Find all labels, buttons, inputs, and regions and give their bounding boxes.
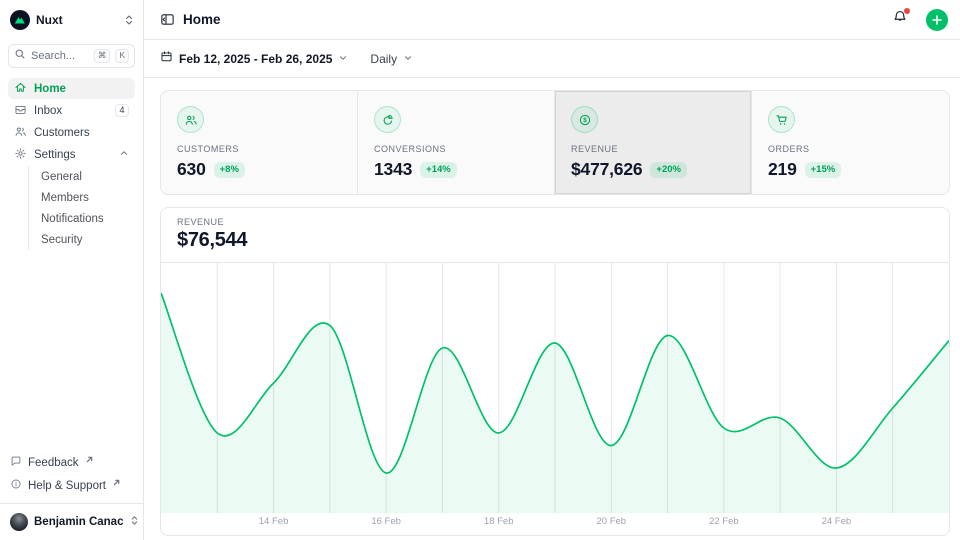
stat-card-orders[interactable]: ORDERS 219 +15% <box>752 91 949 194</box>
settings-subnav: General Members Notifications Security <box>28 166 135 250</box>
sidebar-item-label: Settings <box>34 149 112 161</box>
search-icon <box>14 47 26 65</box>
unfold-more-icon[interactable] <box>123 14 135 26</box>
chart-metric-value: $76,544 <box>177 229 933 252</box>
user-name: Benjamin Canac <box>34 516 123 528</box>
content: CUSTOMERS 630 +8% CONVERSIONS 1343 +14% <box>144 78 960 536</box>
sidebar-item-settings[interactable]: Settings <box>8 144 135 165</box>
chat-bubble-icon <box>10 455 22 470</box>
chevron-down-icon <box>403 50 413 68</box>
calendar-icon <box>160 50 173 68</box>
chart-header: REVENUE $76,544 <box>161 208 949 263</box>
chart-metric-label: REVENUE <box>177 217 933 227</box>
collapse-sidebar-icon[interactable] <box>160 12 175 27</box>
sidebar-item-inbox[interactable]: Inbox 4 <box>8 100 135 121</box>
x-tick-label: 22 Feb <box>709 516 739 527</box>
dollar-circle-icon: $ <box>571 106 598 133</box>
sidebar-item-customers[interactable]: Customers <box>8 122 135 143</box>
stat-value: $477,626 <box>571 159 642 180</box>
stat-card-conversions[interactable]: CONVERSIONS 1343 +14% <box>358 91 555 194</box>
chart-plot[interactable] <box>161 263 949 513</box>
x-tick-label: 16 Feb <box>371 516 401 527</box>
stat-card-revenue[interactable]: $ REVENUE $477,626 +20% <box>555 91 752 194</box>
search-input-wrap[interactable]: ⌘ K <box>8 44 135 68</box>
kbd-k: K <box>115 49 129 62</box>
sidebar-subitem-general[interactable]: General <box>29 166 135 187</box>
help-support-label: Help & Support <box>28 480 106 492</box>
search-input[interactable] <box>31 50 89 62</box>
stat-value: 1343 <box>374 159 412 180</box>
x-tick-label: 18 Feb <box>484 516 514 527</box>
chart-x-axis: 14 Feb 16 Feb 18 Feb 20 Feb 22 Feb 24 Fe… <box>161 513 949 535</box>
info-circle-icon <box>10 478 22 493</box>
page-header: Home <box>144 0 960 40</box>
stat-change-badge: +8% <box>214 162 245 178</box>
external-link-icon <box>113 477 120 489</box>
main-area: Home Feb 12, 2025 - Feb 26, 2025 Daily <box>144 0 960 540</box>
stat-label: ORDERS <box>768 144 933 154</box>
stat-change-badge: +15% <box>805 162 842 178</box>
filters-toolbar: Feb 12, 2025 - Feb 26, 2025 Daily <box>144 40 960 78</box>
workspace-name: Nuxt <box>36 13 117 27</box>
sidebar-subitem-members[interactable]: Members <box>29 187 135 208</box>
x-tick-label: 14 Feb <box>259 516 289 527</box>
home-icon <box>14 81 27 97</box>
date-range-picker[interactable]: Feb 12, 2025 - Feb 26, 2025 <box>160 50 348 68</box>
inbox-count-badge: 4 <box>115 104 129 118</box>
chevron-up-icon <box>119 148 129 161</box>
sidebar-item-home[interactable]: Home <box>8 78 135 99</box>
stat-change-badge: +14% <box>420 162 457 178</box>
stat-value: 219 <box>768 159 797 180</box>
x-tick-label: 20 Feb <box>596 516 626 527</box>
user-menu[interactable]: Benjamin Canac <box>0 503 143 540</box>
sidebar-footer-links: Feedback Help & Support <box>0 447 143 503</box>
svg-text:$: $ <box>583 117 587 124</box>
notification-dot <box>904 8 910 14</box>
pie-chart-icon <box>374 106 401 133</box>
external-link-icon <box>86 454 93 466</box>
notifications-button[interactable] <box>892 9 908 30</box>
add-button[interactable] <box>926 9 948 31</box>
chevron-down-icon <box>338 50 348 68</box>
nuxt-logo-icon <box>10 10 30 30</box>
period-value: Daily <box>370 52 397 66</box>
sidebar-item-label: Customers <box>34 127 129 139</box>
stats-row: CUSTOMERS 630 +8% CONVERSIONS 1343 +14% <box>160 90 950 195</box>
sidebar: Nuxt ⌘ K Home Inbo <box>0 0 144 540</box>
workspace-switcher[interactable]: Nuxt <box>0 0 143 36</box>
x-tick-label: 24 Feb <box>822 516 852 527</box>
gear-icon <box>14 147 27 163</box>
stat-change-badge: +20% <box>650 162 687 178</box>
sidebar-nav: Home Inbox 4 Customers Settings <box>0 78 143 250</box>
sidebar-subitem-security[interactable]: Security <box>29 229 135 250</box>
users-icon <box>14 125 27 141</box>
sidebar-spacer <box>0 250 143 447</box>
period-select[interactable]: Daily <box>370 50 413 68</box>
page-title: Home <box>183 12 884 27</box>
stat-label: REVENUE <box>571 144 735 154</box>
stat-value: 630 <box>177 159 206 180</box>
unfold-more-icon <box>129 513 140 531</box>
sidebar-subitem-notifications[interactable]: Notifications <box>29 208 135 229</box>
dashboard-page: Nuxt ⌘ K Home Inbo <box>0 0 960 540</box>
sidebar-item-label: Inbox <box>34 105 108 117</box>
cart-icon <box>768 106 795 133</box>
help-support-link[interactable]: Help & Support <box>8 474 135 497</box>
users-icon <box>177 106 204 133</box>
revenue-area-chart[interactable] <box>161 263 949 513</box>
date-range-value: Feb 12, 2025 - Feb 26, 2025 <box>179 52 332 66</box>
kbd-meta: ⌘ <box>94 49 111 62</box>
feedback-label: Feedback <box>28 457 79 469</box>
stat-card-customers[interactable]: CUSTOMERS 630 +8% <box>161 91 358 194</box>
stat-label: CONVERSIONS <box>374 144 538 154</box>
stat-label: CUSTOMERS <box>177 144 341 154</box>
user-avatar <box>10 513 28 531</box>
revenue-chart-card: REVENUE $76,544 14 Feb 16 Feb 18 Feb 20 … <box>160 207 950 536</box>
feedback-link[interactable]: Feedback <box>8 451 135 474</box>
inbox-icon <box>14 103 27 119</box>
sidebar-item-label: Home <box>34 83 129 95</box>
